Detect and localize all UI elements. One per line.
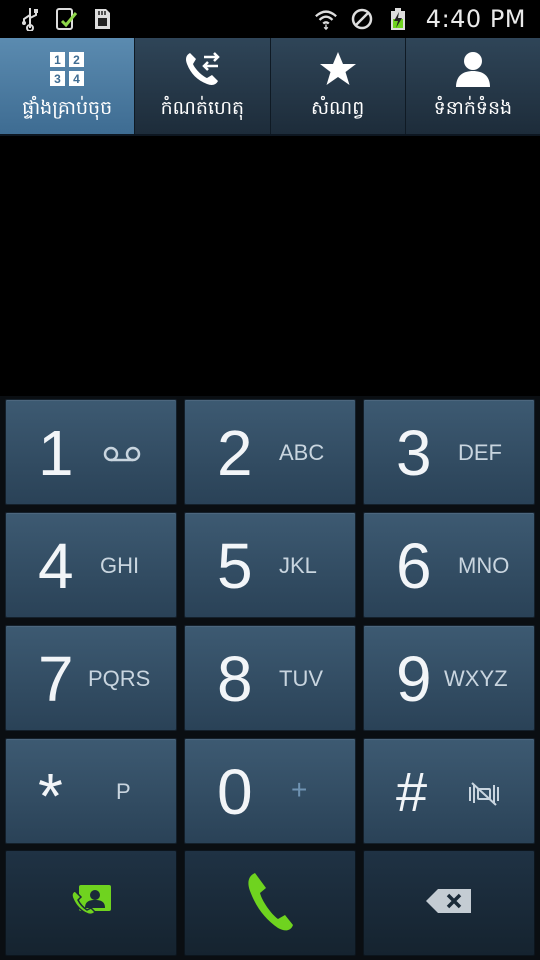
dial-keypad: 1 2 ABC 3 DEF 4 GHI 5 JKL 6 MNO 7 PQRS 8… — [0, 396, 540, 960]
key-letters: ABC — [279, 440, 325, 465]
key-letters: WXYZ — [444, 666, 508, 691]
tab-bar: 1 2 3 4 ផ្ទាំងគ្រាប់ចុច កំណត់ហេតុ សំណព្វ — [0, 38, 540, 136]
mute-icon — [466, 781, 502, 811]
sd-card-icon — [90, 7, 114, 31]
backspace-button[interactable] — [363, 850, 535, 956]
key-digit: # — [396, 760, 428, 823]
key-digit: 4 — [38, 530, 74, 602]
tab-call-log-label: កំណត់ហេតុ — [160, 97, 245, 119]
key-4[interactable]: 4 GHI — [5, 512, 177, 618]
key-9[interactable]: 9 WXYZ — [363, 625, 535, 731]
key-digit: 8 — [217, 643, 253, 715]
tab-keypad[interactable]: 1 2 3 4 ផ្ទាំងគ្រាប់ចុច — [0, 38, 136, 134]
keypad-icon: 1 2 3 4 — [48, 48, 86, 90]
key-digit: 0 — [217, 756, 253, 828]
contact-card-icon — [67, 881, 115, 925]
key-1[interactable]: 1 — [5, 399, 177, 505]
backspace-icon — [424, 887, 474, 919]
key-3[interactable]: 3 DEF — [363, 399, 535, 505]
key-letters: + — [291, 774, 308, 805]
usb-icon — [18, 7, 42, 31]
status-right: 4:40 PM — [314, 5, 526, 33]
star-icon — [318, 48, 358, 90]
wifi-icon — [314, 7, 338, 31]
status-bar: 4:40 PM — [0, 0, 540, 38]
call-button[interactable] — [184, 850, 356, 956]
svg-text:3: 3 — [54, 72, 61, 86]
status-left — [18, 7, 114, 31]
key-digit: 1 — [38, 417, 74, 489]
phone-icon — [245, 869, 295, 937]
key-6[interactable]: 6 MNO — [363, 512, 535, 618]
voicemail-icon — [102, 444, 142, 468]
call-log-icon — [182, 48, 222, 90]
status-time: 4:40 PM — [425, 5, 526, 33]
key-letters: MNO — [458, 553, 510, 578]
tab-call-log[interactable]: កំណត់ហេតុ — [135, 38, 271, 134]
svg-text:2: 2 — [73, 53, 80, 67]
key-letters: DEF — [458, 440, 502, 465]
key-digit: 6 — [396, 530, 432, 602]
key-0[interactable]: 0 + — [184, 738, 356, 844]
key-digit: 9 — [396, 643, 432, 715]
key-letters: PQRS — [88, 666, 151, 691]
tab-keypad-label: ផ្ទាំងគ្រាប់ចុច — [22, 97, 113, 119]
contact-icon — [453, 48, 493, 90]
key-star[interactable]: * P — [5, 738, 177, 844]
key-letters: GHI — [100, 553, 140, 578]
key-digit: 2 — [217, 417, 253, 489]
add-contact-button[interactable] — [5, 850, 177, 956]
tab-favorites-label: សំណព្វ — [310, 97, 365, 119]
tab-contacts-label: ទំនាក់ទំនង — [433, 97, 513, 119]
key-hash[interactable]: # — [363, 738, 535, 844]
number-display[interactable] — [0, 136, 540, 394]
svg-text:4: 4 — [73, 72, 80, 86]
key-7[interactable]: 7 PQRS — [5, 625, 177, 731]
key-letters: P — [116, 779, 131, 804]
key-letters: TUV — [279, 666, 323, 691]
key-2[interactable]: 2 ABC — [184, 399, 356, 505]
key-5[interactable]: 5 JKL — [184, 512, 356, 618]
key-digit: 3 — [396, 417, 432, 489]
blocked-icon — [350, 7, 374, 31]
battery-charging-icon — [386, 7, 410, 31]
download-check-icon — [54, 7, 78, 31]
key-digit: 7 — [38, 643, 74, 715]
key-digit: 5 — [217, 530, 253, 602]
svg-text:1: 1 — [54, 53, 61, 67]
key-digit: * — [38, 760, 63, 832]
key-letters: JKL — [279, 553, 317, 578]
tab-favorites[interactable]: សំណព្វ — [271, 38, 406, 134]
tab-contacts[interactable]: ទំនាក់ទំនង — [406, 38, 540, 134]
key-8[interactable]: 8 TUV — [184, 625, 356, 731]
